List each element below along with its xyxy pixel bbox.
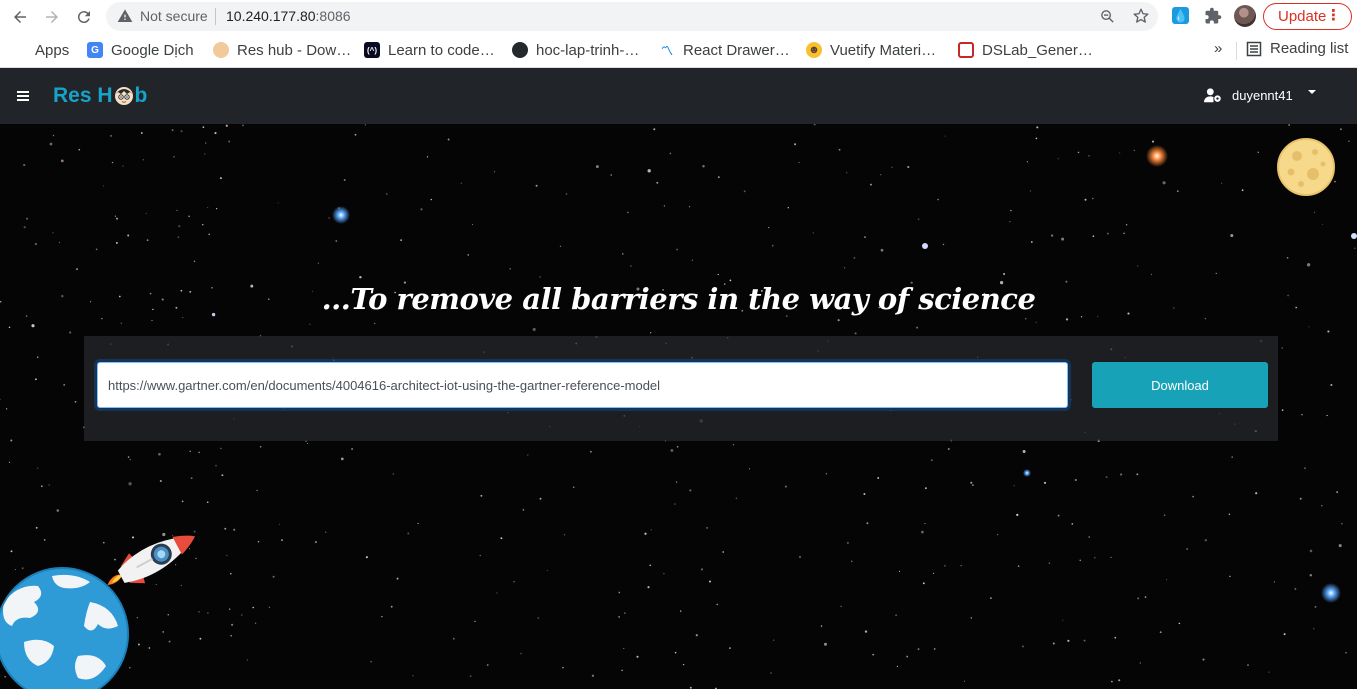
bookmark-learn-to-code[interactable]: (^) Learn to code… [364,40,495,60]
star-icon[interactable] [1132,7,1150,25]
freecodecamp-icon: (^) [364,42,380,58]
search-panel: Download [84,336,1278,441]
res-hub-icon [213,42,229,58]
brand-face-icon [114,87,133,105]
bookmark-res-hub[interactable]: Res hub - Dow… [213,40,351,60]
brand-text-start: Res H [53,84,113,107]
menu-icon[interactable] [17,91,29,101]
divider [215,8,216,25]
puzzle-icon[interactable] [1204,7,1222,25]
bookmark-label: Google Dịch [111,41,194,59]
profile-avatar[interactable] [1234,5,1256,27]
bookmark-react-drawer[interactable]: 〽 React Drawer… [659,40,790,60]
brand-logo[interactable]: Res H b [53,84,147,108]
address-bar[interactable]: Not secure 10.240.177.80:8086 [106,2,1158,31]
more-vert-icon[interactable]: ⋮ [1326,8,1341,24]
google-translate-icon: G [87,42,103,58]
glowing-star [1023,469,1031,477]
bookmarks-bar: Apps G Google Dịch Res hub - Dow… (^) Le… [0,33,1357,68]
bookmark-apps[interactable]: Apps [11,40,69,60]
hero-tagline: ...To remove all barriers in the way of … [321,282,1036,316]
url-input[interactable] [97,362,1068,408]
reading-list-button[interactable]: Reading list [1246,40,1348,57]
glowing-star [922,243,928,249]
bookmark-hoc-lap-trinh[interactable]: hoc-lap-trinh-… [512,40,639,60]
download-button[interactable]: Download [1092,362,1268,408]
apps-grid-icon [11,42,27,58]
app-navbar: Res H b duyennt41 [0,68,1357,124]
reading-list-icon [1246,41,1262,56]
glowing-star [1321,583,1341,603]
update-label: Update [1278,8,1327,25]
vuetify-icon: ☻ [806,42,822,58]
reading-list-label: Reading list [1270,40,1349,57]
bookmark-label: hoc-lap-trinh-… [536,41,640,59]
dslab-icon [958,42,974,58]
bookmark-dslab[interactable]: DSLab_Gener… [958,40,1093,60]
divider [1236,42,1237,60]
chevron-down-icon [1307,90,1316,94]
bookmarks-overflow-button[interactable]: » [1214,40,1222,57]
back-arrow-icon[interactable] [7,4,33,30]
bookmark-label: Res hub - Dow… [237,41,352,59]
bookmark-label: Apps [35,41,70,59]
github-icon [512,42,528,58]
bookmark-google-dich[interactable]: G Google Dịch [87,40,194,60]
browser-toolbar: Not secure 10.240.177.80:8086 💧 Update ⋮ [0,0,1357,33]
earth-illustration [0,567,129,689]
user-cog-icon [1204,88,1221,103]
update-button[interactable]: Update ⋮ [1263,3,1352,30]
bookmark-label: Learn to code… [388,41,495,59]
url-host: 10.240.177.80 [226,8,316,24]
zoom-icon[interactable] [1099,8,1116,25]
glowing-star [1351,233,1357,239]
reload-icon[interactable] [71,4,97,30]
brand-text-end: b [134,84,148,107]
react-drawer-icon: 〽 [659,42,675,58]
glowing-star [1146,145,1168,167]
security-status[interactable]: Not secure [140,8,208,24]
moon-illustration [1277,138,1335,196]
bookmark-label: Vuetify Materi… [830,41,937,59]
hero-section: ...To remove all barriers in the way of … [0,124,1357,689]
bookmark-vuetify[interactable]: ☻ Vuetify Materi… [806,40,936,60]
url-text[interactable]: 10.240.177.80:8086 [226,8,351,24]
forward-arrow-icon[interactable] [39,4,65,30]
bookmark-label: DSLab_Gener… [982,41,1093,59]
glowing-star [332,206,350,224]
username-label: duyennt41 [1232,87,1293,103]
url-port: :8086 [315,8,351,24]
user-menu[interactable]: duyennt41 [1204,87,1316,103]
warning-icon[interactable] [117,8,133,24]
bookmark-label: React Drawer… [683,41,790,59]
extension-icon[interactable]: 💧 [1172,7,1189,24]
